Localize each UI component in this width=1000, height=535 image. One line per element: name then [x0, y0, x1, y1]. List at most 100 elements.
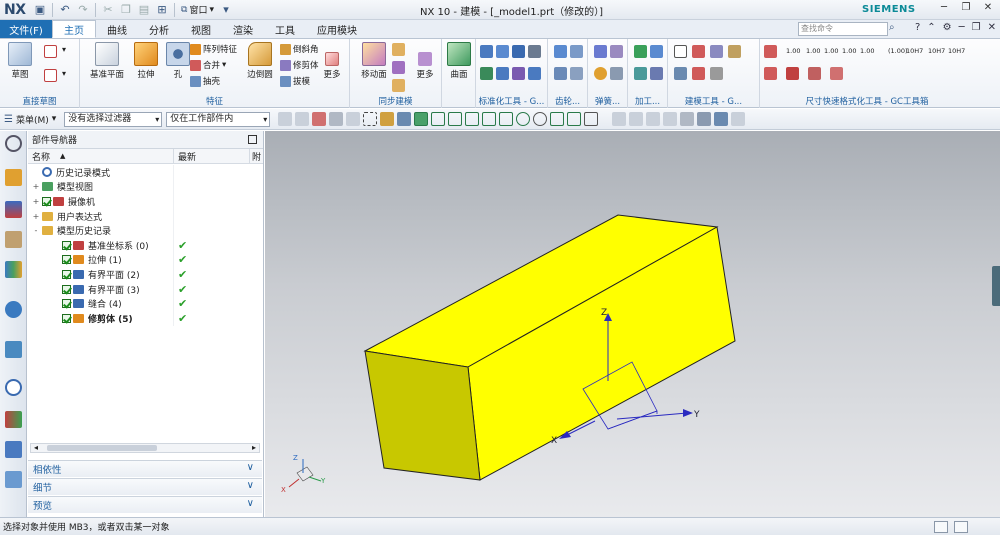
gear-tool-1-icon[interactable]: [554, 45, 567, 58]
menu-button[interactable]: ☰ 菜单(M) ▾: [0, 113, 60, 126]
web-browser-icon[interactable]: [5, 301, 22, 318]
select-solid-icon[interactable]: [397, 112, 412, 126]
machining-tool-1-icon[interactable]: [634, 45, 647, 58]
dim-format-8-button[interactable]: 10H7: [928, 47, 945, 55]
repeat-command-icon[interactable]: ⊞: [154, 2, 170, 18]
graphics-viewport[interactable]: Z Y X Z Y X: [265, 131, 1000, 517]
sketch-rectangle-icon[interactable]: [44, 69, 57, 82]
horizontal-scrollbar[interactable]: ◂ ▸: [30, 443, 260, 453]
sketch-curve-icon[interactable]: [44, 45, 57, 58]
snap-exist-point-icon[interactable]: [550, 112, 565, 126]
machining-tool-3-icon[interactable]: [634, 67, 647, 80]
expand-toggle-icon[interactable]: -: [32, 226, 40, 235]
tree-row[interactable]: 有界平面 (3) ✔: [28, 281, 254, 297]
dim-tool-b-icon[interactable]: [764, 67, 777, 80]
sync-tool-2-icon[interactable]: [392, 61, 405, 74]
settings-icon[interactable]: [5, 135, 22, 152]
window-menu[interactable]: ⧉ 窗口 ▾: [179, 3, 216, 17]
select-face-icon[interactable]: [329, 112, 344, 126]
sync-tool-3-icon[interactable]: [392, 79, 405, 92]
snap-icon[interactable]: [295, 112, 310, 126]
visibility-checkbox[interactable]: [62, 269, 71, 279]
dim-format-5-button[interactable]: 1.00: [860, 47, 874, 55]
dim-tool-e-icon[interactable]: [830, 67, 843, 80]
search-icon[interactable]: ⌕: [889, 22, 895, 33]
expand-toggle-icon[interactable]: +: [32, 212, 40, 221]
tree-row[interactable]: 有界平面 (2) ✔: [28, 267, 254, 282]
doc-restore-icon[interactable]: ❐: [972, 22, 981, 33]
undo-icon[interactable]: ↶: [57, 2, 73, 18]
std-tool-8-icon[interactable]: [528, 67, 541, 80]
file-tab[interactable]: 文件(F): [0, 20, 52, 38]
dim-format-2-button[interactable]: 1.00: [806, 47, 820, 55]
model-tool-7-icon[interactable]: [710, 67, 723, 80]
dim-format-3-button[interactable]: 1.00: [824, 47, 838, 55]
section-details[interactable]: 细节 ∨: [28, 478, 262, 495]
dim-tool-c-icon[interactable]: [786, 67, 799, 80]
visibility-checkbox[interactable]: [42, 196, 51, 206]
tree-row[interactable]: 基准坐标系 (0) ✔: [28, 238, 254, 253]
tree-row[interactable]: 拉伸 (1) ✔: [28, 252, 254, 268]
tree-row[interactable]: 缝合 (4) ✔: [28, 296, 254, 311]
part-navigator-icon[interactable]: [5, 231, 22, 248]
std-tool-5-icon[interactable]: [480, 67, 493, 80]
scroll-right-icon[interactable]: ▸: [252, 443, 256, 452]
tree-row[interactable]: 历史记录模式: [28, 165, 254, 180]
dim-format-7-button[interactable]: 10H7: [906, 47, 923, 55]
unite-button[interactable]: 合并 ▾: [190, 59, 226, 71]
spring-tool-4-icon[interactable]: [610, 67, 623, 80]
snap-curve-icon[interactable]: [465, 112, 480, 126]
redo-icon[interactable]: ↷: [75, 2, 91, 18]
history-icon[interactable]: [5, 341, 22, 358]
shell-button[interactable]: 抽壳: [190, 75, 220, 87]
constraint-navigator-icon[interactable]: [5, 201, 22, 218]
rect-select-icon[interactable]: [363, 112, 378, 126]
paste-icon[interactable]: ▤: [136, 2, 152, 18]
pattern-feature-button[interactable]: 阵列特征: [190, 43, 237, 55]
tree-row[interactable]: + 模型视图: [28, 179, 254, 195]
system-materials-icon[interactable]: [5, 471, 22, 488]
gear-tool-3-icon[interactable]: [554, 67, 567, 80]
tab-render[interactable]: 渲染: [222, 20, 264, 38]
tree-row[interactable]: + 摄像机: [28, 194, 254, 209]
column-extra[interactable]: 附: [250, 149, 261, 163]
roles-icon[interactable]: [5, 441, 22, 458]
select-body-icon[interactable]: [380, 112, 395, 126]
snap-mid-icon[interactable]: [567, 112, 582, 126]
tree-row[interactable]: 修剪体 (5) ✔: [28, 311, 254, 326]
move-face-button[interactable]: 移动面: [354, 42, 394, 80]
clock-icon[interactable]: [5, 379, 22, 396]
visibility-checkbox[interactable]: [62, 299, 71, 309]
dim-tool-a-icon[interactable]: [764, 45, 777, 58]
sketch-more-icon[interactable]: ▾: [62, 69, 75, 82]
tree-row[interactable]: - 模型历史记录: [28, 223, 254, 238]
snap-intersect-icon[interactable]: [482, 112, 497, 126]
visibility-checkbox[interactable]: [62, 313, 71, 323]
view-rotate-icon[interactable]: [646, 112, 661, 126]
model-tool-3-icon[interactable]: [710, 45, 723, 58]
side-panel-handle[interactable]: [992, 266, 1000, 306]
visibility-checkbox[interactable]: [62, 255, 71, 265]
show-hide-icon[interactable]: [731, 112, 746, 126]
machining-tool-2-icon[interactable]: [650, 45, 663, 58]
expand-toggle-icon[interactable]: +: [32, 182, 40, 191]
maximize-panel-icon[interactable]: [248, 135, 257, 144]
doc-minimize-icon[interactable]: ─: [959, 22, 965, 33]
spring-tool-2-icon[interactable]: [610, 45, 623, 58]
extrude-button[interactable]: 拉伸: [128, 42, 164, 80]
section-dependencies[interactable]: 相依性 ∨: [28, 460, 262, 477]
process-studio-icon[interactable]: [5, 411, 22, 428]
feature-more-button[interactable]: 更多: [316, 42, 348, 80]
selection-scope-dropdown[interactable]: 仅在工作部件内 ▾: [166, 111, 271, 127]
shaded-icon[interactable]: [714, 112, 729, 126]
doc-close-icon[interactable]: ✕: [988, 22, 996, 33]
draft-button[interactable]: 拔模: [280, 75, 310, 87]
select-all-icon[interactable]: [278, 112, 293, 126]
dim-tool-d-icon[interactable]: [808, 67, 821, 80]
view-pan-icon[interactable]: [663, 112, 678, 126]
gear-tool-4-icon[interactable]: [570, 67, 583, 80]
dim-format-6-button[interactable]: (1.00): [888, 47, 908, 55]
tab-tools[interactable]: 工具: [264, 20, 306, 38]
filter-color-icon[interactable]: [312, 112, 327, 126]
view-fit-icon[interactable]: [612, 112, 627, 126]
